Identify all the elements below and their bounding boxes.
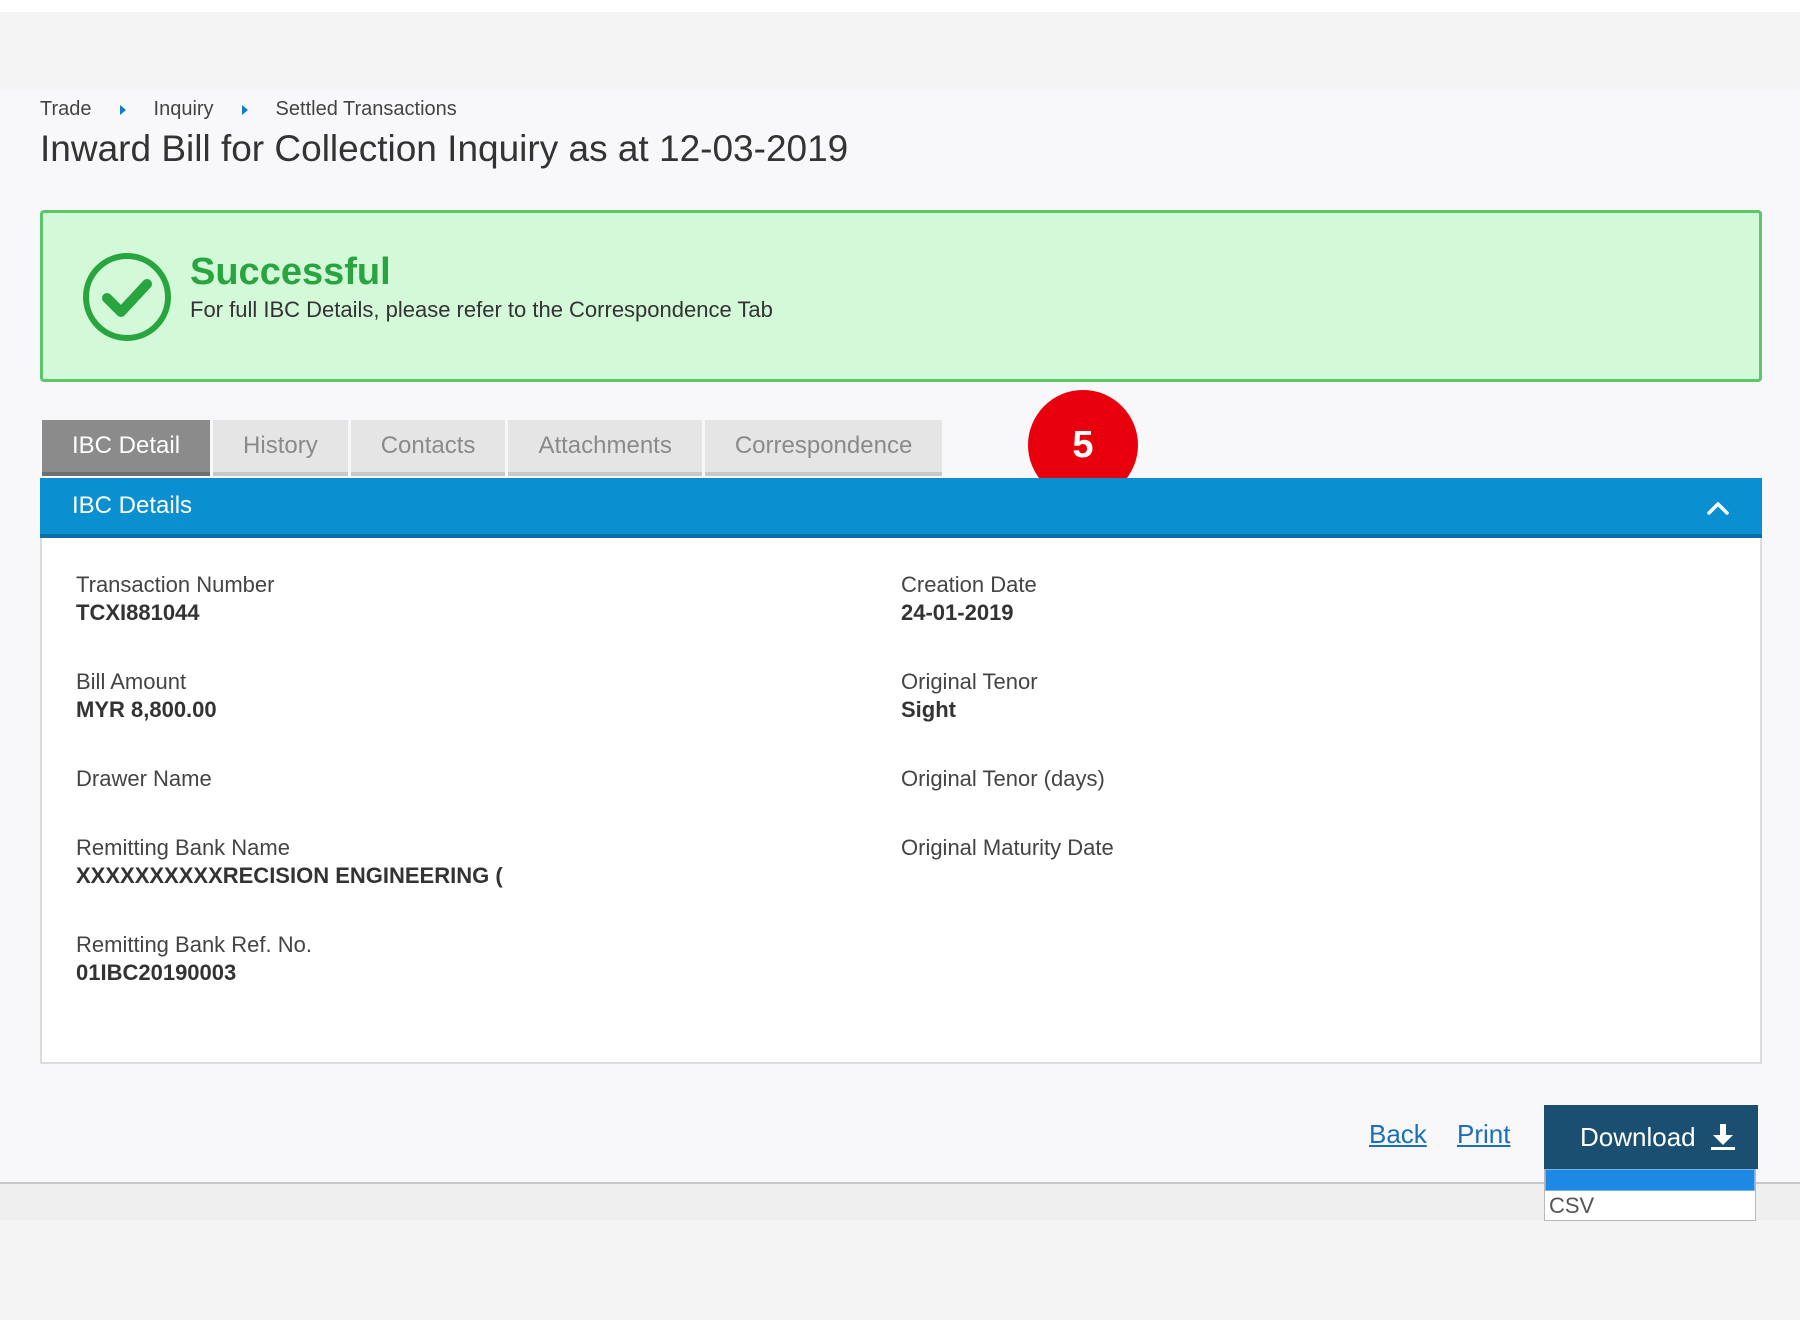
- field-drawer-name: Drawer Name: [76, 766, 212, 794]
- tab-contacts[interactable]: Contacts: [350, 420, 506, 476]
- page-title: Inward Bill for Collection Inquiry as at…: [40, 128, 849, 169]
- chevron-up-icon[interactable]: [1706, 496, 1730, 520]
- field-label: Creation Date: [901, 572, 1037, 597]
- breadcrumb-settled-transactions[interactable]: Settled Transactions: [276, 98, 457, 121]
- field-label: Original Tenor (days): [901, 766, 1105, 791]
- back-link[interactable]: Back: [1369, 1119, 1427, 1150]
- field-value: XXXXXXXXXXRECISION ENGINEERING (: [76, 863, 503, 888]
- field-bill-amount: Bill Amount MYR 8,800.00: [76, 669, 217, 723]
- download-button[interactable]: Download: [1544, 1105, 1758, 1169]
- print-link[interactable]: Print: [1457, 1119, 1510, 1150]
- section-title: IBC Details: [72, 492, 193, 519]
- field-original-tenor: Original Tenor Sight: [901, 669, 1038, 723]
- tab-bar: IBC Detail History Contacts Attachments …: [42, 420, 945, 476]
- field-original-tenor-days: Original Tenor (days): [901, 766, 1105, 794]
- download-dropdown: CSV: [1544, 1169, 1756, 1221]
- field-label: Original Maturity Date: [901, 835, 1114, 860]
- download-label: Download: [1580, 1121, 1696, 1152]
- breadcrumb-inquiry[interactable]: Inquiry: [154, 98, 214, 121]
- field-label: Drawer Name: [76, 766, 212, 791]
- tab-attachments[interactable]: Attachments: [508, 420, 702, 476]
- download-icon: [1711, 1124, 1735, 1150]
- field-value: TCXI881044: [76, 600, 200, 625]
- section-body: Transaction Number TCXI881044 Creation D…: [40, 538, 1762, 1064]
- breadcrumb-separator-icon: [119, 104, 126, 115]
- field-remitting-bank-ref: Remitting Bank Ref. No. 01IBC20190003: [76, 932, 312, 986]
- field-label: Bill Amount: [76, 669, 187, 694]
- banner-message: For full IBC Details, please refer to th…: [190, 297, 773, 322]
- breadcrumb: Trade Inquiry Settled Transactions: [40, 98, 457, 121]
- field-label: Original Tenor: [901, 669, 1038, 694]
- tab-history[interactable]: History: [213, 420, 348, 476]
- field-value: Sight: [901, 697, 956, 722]
- dropdown-highlight: [1545, 1169, 1755, 1191]
- field-value: 24-01-2019: [901, 600, 1014, 625]
- tab-correspondence[interactable]: Correspondence: [704, 420, 943, 476]
- check-circle-icon: [83, 253, 171, 341]
- top-strip: [0, 0, 1800, 12]
- tab-ibc-detail[interactable]: IBC Detail: [42, 420, 211, 476]
- banner-title: Successful: [190, 251, 391, 293]
- field-remitting-bank-name: Remitting Bank Name XXXXXXXXXXRECISION E…: [76, 835, 503, 889]
- section-header[interactable]: IBC Details: [40, 478, 1762, 538]
- field-label: Remitting Bank Name: [76, 835, 290, 860]
- page-footer: [0, 1184, 1800, 1220]
- field-original-maturity-date: Original Maturity Date: [901, 835, 1114, 863]
- field-label: Remitting Bank Ref. No.: [76, 932, 312, 957]
- field-label: Transaction Number: [76, 572, 275, 597]
- dropdown-item-csv[interactable]: CSV: [1545, 1191, 1755, 1221]
- breadcrumb-trade[interactable]: Trade: [40, 98, 92, 121]
- field-value: 01IBC20190003: [76, 960, 237, 985]
- breadcrumb-separator-icon: [241, 104, 248, 115]
- field-value: MYR 8,800.00: [76, 697, 217, 722]
- field-creation-date: Creation Date 24-01-2019: [901, 572, 1037, 626]
- field-transaction-number: Transaction Number TCXI881044: [76, 572, 274, 626]
- success-banner: Successful For full IBC Details, please …: [40, 210, 1762, 382]
